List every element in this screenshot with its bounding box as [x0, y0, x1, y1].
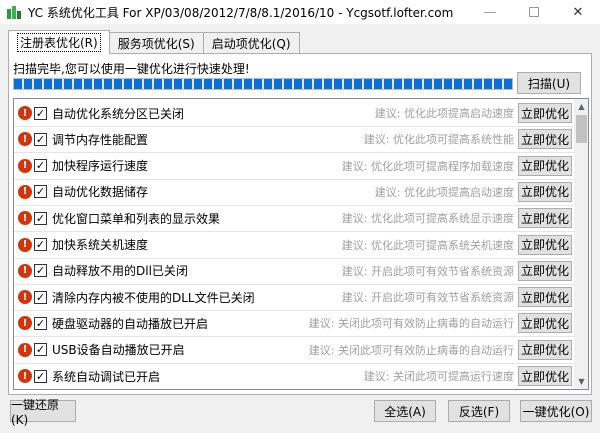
item-hint: 建议: 优化此项提高启动速度: [374, 185, 514, 199]
tab-registry[interactable]: 注册表优化(R): [8, 30, 110, 54]
select-all-button[interactable]: 全选(A): [374, 400, 436, 422]
item-hint: 建议: 开启此项可有效节省系统资源: [341, 264, 514, 278]
optimize-now-button[interactable]: 立即优化: [518, 366, 572, 386]
tab-label: 服务项优化(S): [117, 37, 195, 51]
tab-label: 注册表优化(R): [17, 33, 101, 52]
warning-icon: !: [18, 237, 32, 252]
warning-icon: !: [18, 158, 32, 173]
item-checkbox[interactable]: ✓: [34, 106, 47, 120]
list-item: ! ✓ 清除内存内被不使用的DLL文件已关闭 建议: 开启此项可有效节省系统资源 立即优…: [14, 284, 574, 310]
list-scrollbar[interactable]: ▲ ▼: [574, 99, 588, 389]
optimize-now-button[interactable]: 立即优化: [518, 339, 572, 360]
optimize-now-button[interactable]: 立即优化: [518, 155, 572, 176]
item-hint: 建议: 优化此项提高启动速度: [374, 107, 514, 120]
scan-button[interactable]: 扫描(U): [517, 72, 581, 94]
optimize-now-button[interactable]: 立即优化: [518, 129, 572, 150]
item-hint: 建议: 优化此项可提高系统关机速度: [341, 238, 514, 252]
item-hint: 建议: 开启此项可有效节省系统资源: [341, 291, 514, 305]
item-checkbox[interactable]: ✓: [34, 290, 47, 304]
invert-selection-button[interactable]: 反选(F): [448, 400, 510, 422]
optimize-now-button[interactable]: 立即优化: [518, 208, 572, 229]
item-checkbox[interactable]: ✓: [34, 343, 47, 357]
warning-icon: !: [18, 316, 32, 331]
item-checkbox[interactable]: ✓: [34, 316, 47, 330]
item-hint: 建议: 关闭此项可有效防止病毒的自动运行: [308, 343, 514, 357]
list-item: ! ✓ 加快系统关机速度 建议: 优化此项可提高系统关机速度 立即优化: [14, 232, 574, 258]
title-bar[interactable]: YC 系统优化工具 For XP/03/08/2012/7/8/8.1/2016…: [0, 0, 600, 24]
optimization-list[interactable]: ▲ ▼ ! ✓ 自动优化系统分区已关闭 建议: 优化此项提高启动速度 立即优化! ✓ 调节内…: [13, 98, 589, 390]
list-item: ! ✓ 自动释放不用的Dll已关闭 建议: 开启此项可有效节省系统资源 立即优化: [14, 258, 574, 284]
minimize-icon: —: [483, 4, 497, 20]
item-label: 系统自动调试已开启: [52, 369, 161, 384]
warning-icon: !: [18, 342, 32, 357]
item-checkbox[interactable]: ✓: [34, 369, 47, 383]
app-bar-chart-icon: [6, 4, 22, 20]
item-checkbox[interactable]: ✓: [34, 264, 47, 278]
item-label: 加快系统关机速度: [52, 238, 149, 252]
item-checkbox[interactable]: ✓: [34, 238, 47, 251]
maximize-icon: [529, 7, 539, 17]
item-label: 清除内存内被不使用的DLL文件已关闭: [52, 290, 255, 305]
scan-status-text: 扫描完毕,您可以使用一键优化进行快速处理!: [13, 62, 250, 76]
close-button[interactable]: ✕: [556, 0, 600, 24]
item-hint: 建议: 优化此项可提高系统显示速度: [341, 212, 514, 226]
scroll-thumb[interactable]: [576, 115, 587, 143]
item-label: USB设备自动播放已开启: [52, 343, 185, 358]
warning-icon: !: [18, 132, 32, 147]
item-hint: 建议: 关闭此项可提高运行速度: [363, 370, 514, 383]
app-window: YC 系统优化工具 For XP/03/08/2012/7/8/8.1/2016…: [0, 0, 600, 433]
close-icon: ✕: [572, 4, 584, 20]
optimize-now-button[interactable]: 立即优化: [518, 234, 572, 255]
tab-label: 启动项优化(Q): [211, 37, 291, 51]
warning-icon: !: [18, 211, 32, 226]
list-item: ! ✓ 调节内存性能配置 建议: 优化此项可提高系统性能 立即优化: [14, 126, 574, 152]
item-hint: 建议: 优化此项可提高程序加载速度: [341, 159, 514, 173]
window-title: YC 系统优化工具 For XP/03/08/2012/7/8/8.1/2016…: [28, 5, 454, 20]
item-label: 自动优化数据储存: [52, 185, 149, 200]
optimize-now-button[interactable]: 立即优化: [518, 260, 572, 281]
optimize-now-button[interactable]: 立即优化: [518, 103, 572, 123]
list-item: ! ✓ 系统自动调试已开启 建议: 关闭此项可提高运行速度 立即优化: [14, 363, 574, 389]
one-click-optimize-button[interactable]: 一键优化(O): [520, 400, 592, 422]
warning-icon: !: [18, 290, 32, 305]
item-label: 硬盘驱动器的自动播放已开启: [52, 316, 209, 331]
list-item: ! ✓ 优化窗口菜单和列表的显示效果 建议: 优化此项可提高系统显示速度 立即优化: [14, 205, 574, 231]
item-checkbox[interactable]: ✓: [34, 185, 47, 199]
warning-icon: !: [18, 106, 32, 120]
item-label: 加快程序运行速度: [52, 159, 149, 174]
item-label: 自动释放不用的Dll已关闭: [52, 264, 188, 279]
maximize-button[interactable]: [512, 0, 556, 24]
item-hint: 建议: 关闭此项可有效防止病毒的自动运行: [308, 317, 514, 331]
item-hint: 建议: 优化此项可提高系统性能: [363, 133, 514, 147]
one-click-restore-button[interactable]: 一键还原(K): [10, 398, 76, 427]
tab-bar: 注册表优化(R) 服务项优化(S) 启动项优化(Q): [8, 30, 300, 54]
list-item: ! ✓ 加快程序运行速度 建议: 优化此项可提高程序加载速度 立即优化: [14, 153, 574, 179]
warning-icon: !: [18, 369, 32, 383]
list-item: ! ✓ USB设备自动播放已开启 建议: 关闭此项可有效防止病毒的自动运行 立即优化: [14, 337, 574, 363]
optimize-now-button[interactable]: 立即优化: [518, 287, 572, 308]
item-label: 自动优化系统分区已关闭: [52, 106, 185, 121]
list-item: ! ✓ 硬盘驱动器的自动播放已开启 建议: 关闭此项可有效防止病毒的自动运行 立即优化: [14, 310, 574, 336]
warning-icon: !: [18, 184, 32, 199]
minimize-button[interactable]: —: [468, 0, 512, 24]
tab-services[interactable]: 服务项优化(S): [108, 32, 204, 54]
list-item: ! ✓ 自动优化数据储存 建议: 优化此项提高启动速度 立即优化: [14, 179, 574, 205]
scan-progress-bar: [13, 78, 513, 90]
registry-panel: 扫描完毕,您可以使用一键优化进行快速处理! 扫描(U) ▲ ▼ ! ✓ 自动优化系统…: [8, 53, 592, 395]
optimize-now-button[interactable]: 立即优化: [518, 181, 572, 202]
warning-icon: !: [18, 263, 32, 278]
item-checkbox[interactable]: ✓: [34, 132, 47, 146]
list-item: ! ✓ 自动优化系统分区已关闭 建议: 优化此项提高启动速度 立即优化: [14, 100, 574, 126]
scroll-up-arrow-icon[interactable]: ▲: [574, 99, 588, 114]
progress-fill: [14, 79, 512, 89]
item-checkbox[interactable]: ✓: [34, 159, 47, 173]
tab-startup[interactable]: 启动项优化(Q): [202, 32, 300, 54]
optimize-now-button[interactable]: 立即优化: [518, 313, 572, 334]
item-label: 优化窗口菜单和列表的显示效果: [52, 211, 221, 226]
scroll-down-arrow-icon[interactable]: ▼: [574, 374, 588, 389]
row-divider: [14, 389, 574, 390]
item-checkbox[interactable]: ✓: [34, 211, 47, 225]
item-label: 调节内存性能配置: [52, 132, 149, 147]
